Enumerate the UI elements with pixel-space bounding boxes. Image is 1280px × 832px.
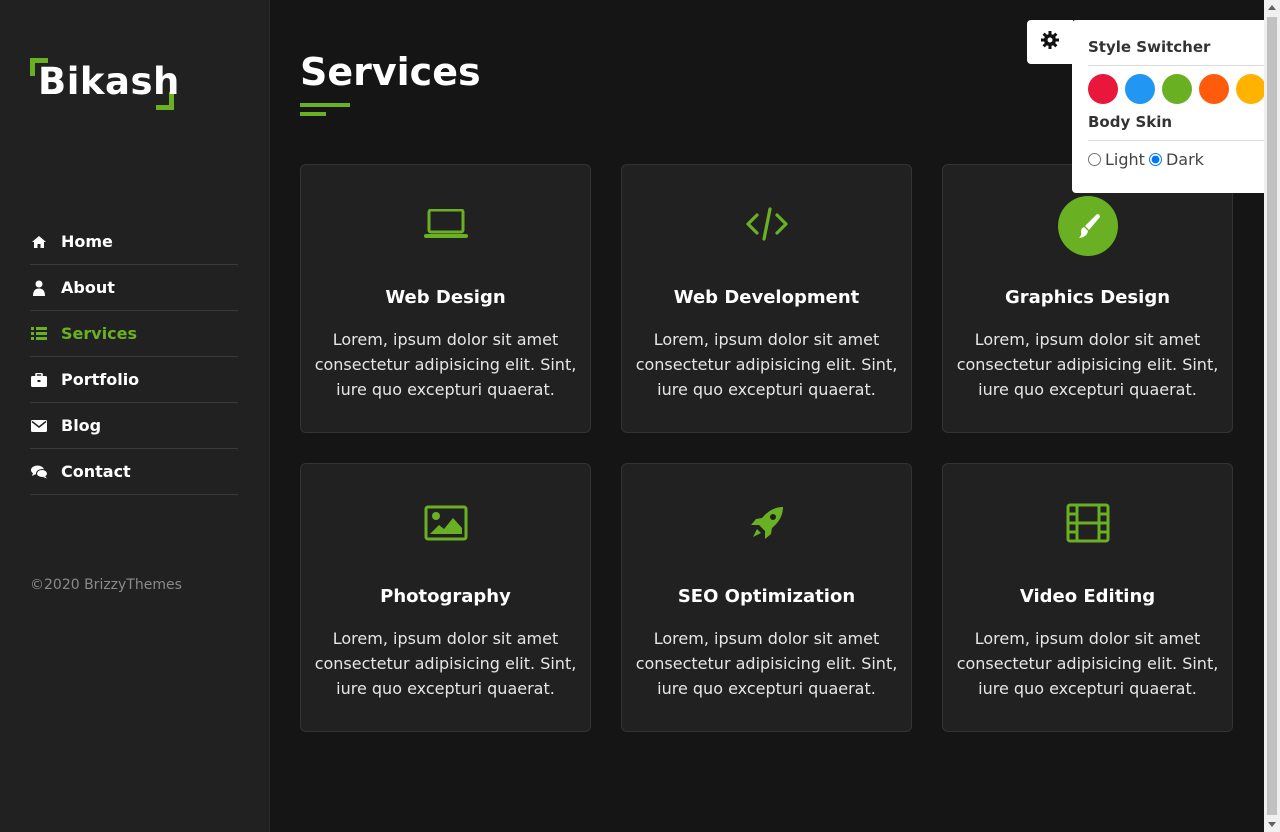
card-title: Photography bbox=[380, 586, 511, 607]
nav-label: Home bbox=[61, 232, 113, 251]
body-skin-label: Body Skin bbox=[1088, 113, 1173, 131]
gear-icon bbox=[1041, 31, 1059, 53]
paintbrush-icon bbox=[1057, 196, 1118, 256]
card-title: Web Design bbox=[385, 287, 506, 308]
list-icon bbox=[30, 325, 48, 343]
color-swatch-green[interactable] bbox=[1162, 74, 1192, 104]
nav-item-home[interactable]: Home bbox=[30, 219, 238, 265]
nav-label: Blog bbox=[61, 416, 102, 435]
nav-item-about[interactable]: About bbox=[30, 265, 238, 311]
nav-item-portfolio[interactable]: Portfolio bbox=[30, 357, 238, 403]
scroll-down-arrow-icon[interactable] bbox=[1268, 822, 1276, 827]
service-card-web-development: Web Development Lorem, ipsum dolor sit a… bbox=[621, 164, 912, 433]
card-title: Graphics Design bbox=[1004, 287, 1171, 308]
card-title: Video Editing bbox=[1019, 586, 1156, 607]
color-swatch-blue[interactable] bbox=[1125, 74, 1155, 104]
scrollbar-thumb[interactable] bbox=[1267, 17, 1277, 815]
skin-light-radio[interactable] bbox=[1088, 153, 1101, 166]
rocket-icon bbox=[747, 503, 787, 547]
service-card-photography: Photography Lorem, ipsum dolor sit amet … bbox=[300, 463, 591, 732]
briefcase-icon bbox=[30, 371, 48, 389]
scroll-up-arrow-icon[interactable] bbox=[1268, 5, 1276, 10]
skin-option-light[interactable]: Light bbox=[1088, 150, 1145, 169]
divider bbox=[1088, 65, 1266, 66]
color-swatches bbox=[1088, 74, 1266, 104]
nav-label: Contact bbox=[61, 462, 131, 481]
skin-light-label: Light bbox=[1105, 150, 1145, 169]
envelope-icon bbox=[30, 417, 48, 435]
main-nav: Home About Services Portfolio Blog Conta… bbox=[30, 219, 238, 495]
service-card-video-editing: Video Editing Lorem, ipsum dolor sit ame… bbox=[942, 463, 1233, 732]
card-description: Lorem, ipsum dolor sit amet consectetur … bbox=[314, 629, 577, 698]
logo[interactable]: Bikash bbox=[30, 58, 179, 112]
card-description: Lorem, ipsum dolor sit amet consectetur … bbox=[635, 629, 898, 698]
nav-item-blog[interactable]: Blog bbox=[30, 403, 238, 449]
skin-dark-radio[interactable] bbox=[1148, 153, 1162, 166]
title-underline bbox=[300, 103, 350, 116]
card-title: SEO Optimization bbox=[677, 586, 856, 607]
color-swatch-orange[interactable] bbox=[1199, 74, 1229, 104]
copyright-text: ©2020 BrizzyThemes bbox=[30, 577, 182, 593]
card-description: Lorem, ipsum dolor sit amet consectetur … bbox=[314, 330, 577, 399]
nav-label: Services bbox=[61, 324, 138, 343]
card-title: Web Development bbox=[673, 287, 860, 308]
code-icon bbox=[745, 207, 789, 245]
comments-icon bbox=[30, 463, 48, 481]
sidebar: Bikash Home About Services Portfolio Blo… bbox=[0, 0, 270, 832]
nav-item-contact[interactable]: Contact bbox=[30, 449, 238, 495]
style-switcher-title: Style Switcher bbox=[1088, 38, 1211, 56]
nav-label: Portfolio bbox=[61, 370, 140, 389]
skin-option-dark[interactable]: Dark bbox=[1148, 150, 1204, 169]
service-card-graphics-design: Graphics Design Lorem, ipsum dolor sit a… bbox=[942, 164, 1233, 433]
page-title: Services bbox=[300, 50, 481, 94]
style-switcher-toggle[interactable] bbox=[1027, 20, 1073, 64]
divider bbox=[1088, 140, 1266, 141]
card-description: Lorem, ipsum dolor sit amet consectetur … bbox=[956, 330, 1219, 399]
color-swatch-yellow[interactable] bbox=[1236, 74, 1266, 104]
nav-label: About bbox=[61, 278, 115, 297]
home-icon bbox=[30, 233, 48, 251]
laptop-icon bbox=[423, 208, 468, 243]
nav-item-services[interactable]: Services bbox=[30, 311, 238, 357]
body-skin-options: Light Dark bbox=[1088, 150, 1208, 169]
card-description: Lorem, ipsum dolor sit amet consectetur … bbox=[956, 629, 1219, 698]
card-description: Lorem, ipsum dolor sit amet consectetur … bbox=[635, 330, 898, 399]
logo-text: Bikash bbox=[38, 60, 180, 103]
service-card-seo-optimization: SEO Optimization Lorem, ipsum dolor sit … bbox=[621, 463, 912, 732]
color-swatch-red[interactable] bbox=[1088, 74, 1118, 104]
service-card-web-design: Web Design Lorem, ipsum dolor sit amet c… bbox=[300, 164, 591, 433]
page-scrollbar[interactable] bbox=[1264, 0, 1280, 832]
image-icon bbox=[424, 505, 468, 545]
user-icon bbox=[30, 279, 48, 297]
skin-dark-label: Dark bbox=[1165, 150, 1204, 169]
film-icon bbox=[1066, 503, 1110, 547]
style-switcher-panel: Style Switcher Body Skin Light Dark bbox=[1072, 20, 1280, 193]
